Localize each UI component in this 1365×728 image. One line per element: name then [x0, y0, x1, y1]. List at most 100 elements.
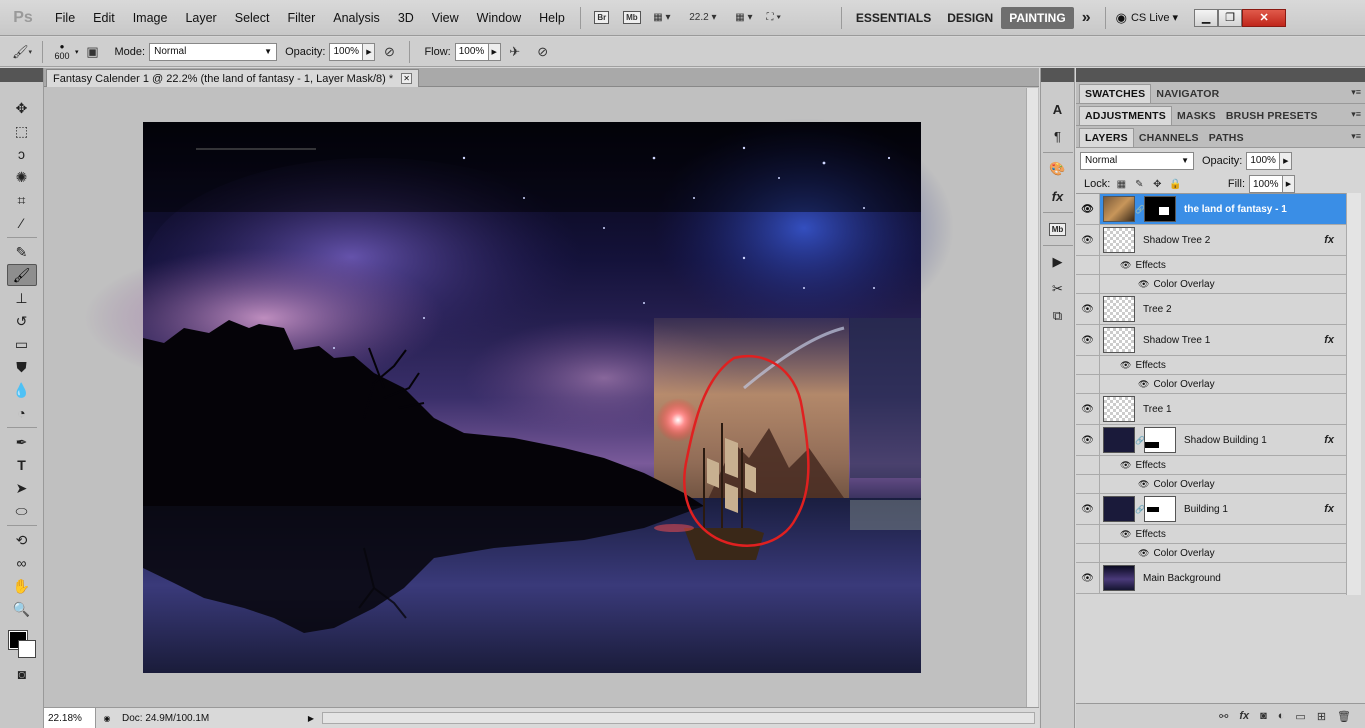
menu-file[interactable]: File: [46, 11, 84, 25]
brush-panel-toggle-icon[interactable]: ▣: [82, 42, 104, 62]
color-overlay-row[interactable]: 👁 Color Overlay: [1076, 375, 1346, 394]
type-tool-icon[interactable]: T: [7, 454, 37, 476]
zoom-field[interactable]: 22.18%: [44, 708, 96, 728]
horizontal-scrollbar[interactable]: [322, 712, 1035, 724]
eraser-tool-icon[interactable]: ▭: [7, 333, 37, 355]
pressure-opacity-icon[interactable]: ⊘: [378, 42, 400, 62]
adjustment-layer-icon[interactable]: ◐: [1278, 710, 1285, 722]
actions-panel-icon[interactable]: ▶: [1043, 250, 1073, 274]
fill-input[interactable]: 100%: [1249, 175, 1283, 193]
screen-mode-button[interactable]: ⛶ ▾: [763, 8, 785, 28]
fill-slider-toggle[interactable]: ▶: [1283, 175, 1295, 193]
visibility-eye-icon[interactable]: 👁: [1076, 325, 1100, 355]
brush-tool-icon[interactable]: 🖌: [6, 264, 37, 286]
ellipse-tool-icon[interactable]: ⬭: [7, 500, 37, 522]
effects-row[interactable]: 👁 Effects: [1076, 356, 1346, 375]
visibility-eye-icon[interactable]: 👁: [1076, 194, 1100, 224]
history-brush-tool-icon[interactable]: ↺: [7, 310, 37, 332]
menu-select[interactable]: Select: [226, 11, 279, 25]
menu-3d[interactable]: 3D: [389, 11, 423, 25]
effect-eye-icon[interactable]: 👁: [1138, 279, 1149, 290]
layer-thumbnail[interactable]: [1103, 196, 1135, 222]
layer-row-the-land-of-fantasy[interactable]: 👁 🔗 the land of fantasy - 1: [1076, 194, 1346, 225]
menu-image[interactable]: Image: [124, 11, 177, 25]
new-layer-icon[interactable]: ⊞: [1317, 710, 1326, 723]
mask-link-icon[interactable]: 🔗: [1135, 205, 1145, 214]
tab-masks[interactable]: MASKS: [1172, 107, 1221, 125]
vertical-scrollbar[interactable]: [1026, 88, 1038, 707]
layer-mask-thumbnail[interactable]: [1144, 196, 1176, 222]
tab-swatches[interactable]: SWATCHES: [1079, 84, 1152, 103]
quick-mask-icon[interactable]: ◙: [7, 663, 37, 685]
menu-layer[interactable]: Layer: [176, 11, 225, 25]
visibility-eye-icon[interactable]: 👁: [1076, 425, 1100, 455]
zoom-level-menu[interactable]: 22.2 ▾: [681, 8, 725, 28]
layer-mask-thumbnail[interactable]: [1144, 427, 1176, 453]
mini-bridge-button[interactable]: Mb: [621, 8, 643, 28]
history-panel-icon[interactable]: ⧉: [1043, 304, 1073, 328]
color-overlay-row[interactable]: 👁 Color Overlay: [1076, 275, 1346, 294]
effects-row[interactable]: 👁 Effects: [1076, 456, 1346, 475]
3d-orbit-tool-icon[interactable]: ∞: [7, 552, 37, 574]
color-overlay-row[interactable]: 👁 Color Overlay: [1076, 475, 1346, 494]
blur-tool-icon[interactable]: 💧: [7, 379, 37, 401]
lasso-tool-icon[interactable]: ↄ: [7, 143, 37, 165]
effects-row[interactable]: 👁 Effects: [1076, 525, 1346, 544]
mask-link-icon[interactable]: 🔗: [1135, 505, 1145, 514]
background-color-swatch[interactable]: [18, 640, 36, 658]
tab-layers[interactable]: LAYERS: [1079, 128, 1134, 147]
layer-row-tree-2[interactable]: 👁 Tree 2: [1076, 294, 1346, 325]
layer-thumbnail[interactable]: [1103, 296, 1135, 322]
color-panel-icon[interactable]: 🎨: [1043, 157, 1073, 181]
lock-position-icon[interactable]: ✥: [1150, 179, 1164, 190]
brush-tool-preset-picker[interactable]: 🖌 ▾: [11, 42, 33, 62]
workspace-design[interactable]: DESIGN: [939, 7, 1001, 29]
layer-effects-icon[interactable]: fx: [1324, 334, 1334, 346]
restore-button[interactable]: ❐: [1218, 8, 1243, 27]
menu-filter[interactable]: Filter: [278, 11, 324, 25]
layer-thumbnail[interactable]: [1103, 496, 1135, 522]
healing-brush-tool-icon[interactable]: ✎: [7, 241, 37, 263]
layer-effects-icon[interactable]: fx: [1324, 503, 1334, 515]
flow-slider-toggle[interactable]: ▶: [488, 42, 501, 61]
pressure-size-icon[interactable]: ⊘: [532, 42, 554, 62]
layer-blend-mode-select[interactable]: Normal ▼: [1080, 151, 1194, 170]
styles-panel-icon[interactable]: fx: [1043, 184, 1073, 208]
effect-eye-icon[interactable]: 👁: [1120, 360, 1131, 371]
layer-thumbnail[interactable]: [1103, 396, 1135, 422]
panel-menu-icon[interactable]: ▾≡: [1351, 109, 1361, 120]
path-selection-tool-icon[interactable]: ➤: [7, 477, 37, 499]
delete-layer-icon[interactable]: 🗑: [1337, 710, 1351, 723]
layer-opacity-slider-toggle[interactable]: ▶: [1280, 151, 1293, 170]
visibility-eye-icon[interactable]: 👁: [1076, 563, 1100, 593]
hand-tool-icon[interactable]: ✋: [7, 575, 37, 597]
toolbox-header[interactable]: [0, 68, 43, 82]
menu-help[interactable]: Help: [530, 11, 574, 25]
lock-image-icon[interactable]: ✎: [1132, 179, 1146, 190]
move-tool-icon[interactable]: ✥: [7, 97, 37, 119]
menu-window[interactable]: Window: [468, 11, 530, 25]
layer-effects-icon[interactable]: fx: [1324, 434, 1334, 446]
add-layer-style-icon[interactable]: fx: [1239, 710, 1249, 722]
menu-edit[interactable]: Edit: [84, 11, 124, 25]
effect-eye-icon[interactable]: 👁: [1120, 460, 1131, 471]
marquee-tool-icon[interactable]: ⬚: [7, 120, 37, 142]
3d-rotate-tool-icon[interactable]: ⟲: [7, 529, 37, 551]
add-layer-mask-icon[interactable]: ◙: [1260, 710, 1267, 722]
effect-eye-icon[interactable]: 👁: [1138, 479, 1149, 490]
layer-effects-icon[interactable]: fx: [1324, 234, 1334, 246]
effect-eye-icon[interactable]: 👁: [1120, 529, 1131, 540]
tab-paths[interactable]: PATHS: [1204, 129, 1249, 147]
flow-input[interactable]: 100%: [454, 42, 489, 61]
document-tab[interactable]: Fantasy Calender 1 @ 22.2% (the land of …: [46, 69, 420, 87]
tab-navigator[interactable]: NAVIGATOR: [1151, 85, 1224, 103]
brush-size-picker[interactable]: ● 600: [49, 42, 75, 61]
bridge-button[interactable]: Br: [591, 8, 613, 28]
visibility-eye-icon[interactable]: 👁: [1076, 394, 1100, 424]
effects-row[interactable]: 👁 Effects: [1076, 256, 1346, 275]
layer-thumbnail[interactable]: [1103, 565, 1135, 591]
mode-select[interactable]: Normal ▼: [149, 42, 278, 61]
close-window-button[interactable]: ✕: [1242, 8, 1287, 27]
layer-row-shadow-tree-2[interactable]: 👁 Shadow Tree 2 fx: [1076, 225, 1346, 256]
dodge-tool-icon[interactable]: ◔: [7, 402, 37, 424]
